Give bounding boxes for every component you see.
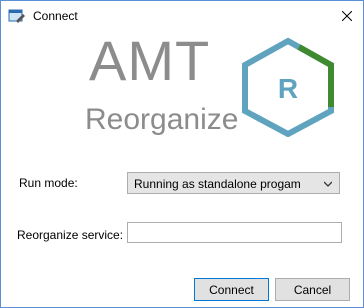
close-button[interactable] [331,1,363,31]
run-mode-label: Run mode: [19,176,78,190]
chevron-down-icon [324,181,332,187]
logo-reorganize-text: Reorganize [85,103,239,136]
logo-hexagon-icon: R [242,37,334,137]
logo-badge-letter: R [278,73,298,104]
cancel-button[interactable]: Cancel [275,278,350,301]
close-icon [342,11,352,21]
run-mode-selected-value: Running as standalone progam [134,177,301,191]
run-mode-select[interactable]: Running as standalone progam [127,172,340,194]
connect-dialog: Connect AMT Reorganize R Run mode: Runni… [0,0,364,308]
logo-amt-text: AMT [89,29,211,92]
connect-button[interactable]: Connect [194,278,269,301]
title-bar[interactable]: Connect [1,1,363,31]
reorganize-service-input[interactable] [127,222,342,243]
app-window-icon [8,9,25,23]
window-title: Connect [33,9,78,23]
reorganize-service-label: Reorganize service: [17,228,124,242]
